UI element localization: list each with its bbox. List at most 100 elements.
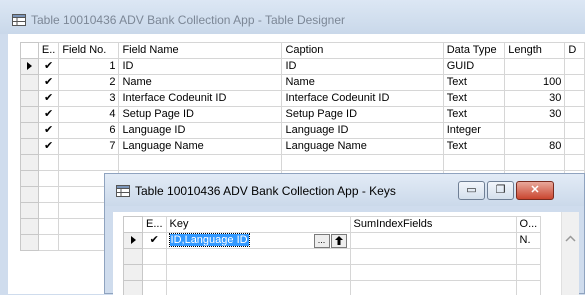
key-value-editor[interactable]: ID,Language ID	[170, 234, 249, 246]
empty-cell[interactable]	[38, 203, 58, 219]
length-cell[interactable]	[505, 123, 565, 139]
empty-cell[interactable]	[166, 265, 350, 281]
length-cell[interactable]: 100	[505, 75, 565, 91]
minimize-button[interactable]: ▭	[458, 181, 485, 200]
col-d[interactable]: D	[565, 43, 585, 59]
col-key[interactable]: Key	[166, 217, 350, 233]
empty-cell[interactable]	[516, 265, 541, 281]
empty-cell[interactable]	[350, 249, 516, 265]
table-row[interactable]: ✔ ID,Language ID ... N.	[124, 233, 541, 249]
row-selector[interactable]	[21, 59, 39, 75]
col-data-type[interactable]: Data Type	[443, 43, 505, 59]
arrow-up-button[interactable]	[331, 234, 347, 248]
col-caption[interactable]: Caption	[282, 43, 443, 59]
length-cell[interactable]: 30	[505, 91, 565, 107]
d-cell[interactable]	[565, 107, 585, 123]
caption-cell[interactable]: Interface Codeunit ID	[282, 91, 443, 107]
vertical-scrollbar[interactable]	[561, 212, 579, 295]
enabled-cell[interactable]: ✔	[38, 107, 58, 123]
length-cell[interactable]	[505, 59, 565, 75]
empty-row[interactable]	[124, 265, 541, 281]
table-row[interactable]: ✔ 4 Setup Page ID Setup Page ID Text 30	[21, 107, 585, 123]
col-key-enabled[interactable]: E...	[143, 217, 167, 233]
row-selector[interactable]	[21, 139, 39, 155]
row-selector[interactable]	[124, 249, 143, 265]
key-cell[interactable]: ID,Language ID ...	[166, 233, 350, 249]
field-no-cell[interactable]: 3	[59, 91, 119, 107]
row-selector[interactable]	[21, 155, 39, 171]
field-name-cell[interactable]: Interface Codeunit ID	[119, 91, 282, 107]
row-selector[interactable]	[21, 219, 39, 235]
row-selector[interactable]	[21, 123, 39, 139]
table-row[interactable]: ✔ 2 Name Name Text 100	[21, 75, 585, 91]
row-selector[interactable]	[21, 91, 39, 107]
enabled-cell[interactable]: ✔	[38, 123, 58, 139]
field-name-cell[interactable]: Setup Page ID	[119, 107, 282, 123]
empty-row[interactable]	[124, 249, 541, 265]
table-row[interactable]: ✔ 6 Language ID Language ID Integer	[21, 123, 585, 139]
col-field-no[interactable]: Field No.	[59, 43, 119, 59]
row-selector[interactable]	[21, 187, 39, 203]
empty-cell[interactable]	[166, 249, 350, 265]
col-enabled[interactable]: E..	[38, 43, 58, 59]
table-row[interactable]: ✔ 3 Interface Codeunit ID Interface Code…	[21, 91, 585, 107]
empty-cell[interactable]	[38, 235, 58, 251]
caption-cell[interactable]: Language ID	[282, 123, 443, 139]
row-selector[interactable]	[124, 265, 143, 281]
data-type-cell[interactable]: Text	[443, 91, 505, 107]
d-cell[interactable]	[565, 123, 585, 139]
empty-cell[interactable]	[350, 265, 516, 281]
d-cell[interactable]	[565, 91, 585, 107]
d-cell[interactable]	[565, 139, 585, 155]
keys-title-bar[interactable]: Table 10010436 ADV Bank Collection App -…	[105, 174, 584, 206]
col-o[interactable]: O...	[516, 217, 541, 233]
empty-cell[interactable]	[282, 155, 443, 171]
row-selector[interactable]	[21, 203, 39, 219]
empty-row[interactable]	[124, 281, 541, 295]
empty-cell[interactable]	[505, 155, 565, 171]
field-name-cell[interactable]: Name	[119, 75, 282, 91]
field-no-cell[interactable]: 6	[59, 123, 119, 139]
enabled-cell[interactable]: ✔	[38, 139, 58, 155]
field-no-cell[interactable]: 1	[59, 59, 119, 75]
scroll-up-icon[interactable]	[562, 232, 579, 246]
enabled-cell[interactable]: ✔	[38, 75, 58, 91]
row-selector[interactable]	[21, 235, 39, 251]
field-no-cell[interactable]: 2	[59, 75, 119, 91]
empty-cell[interactable]	[38, 155, 58, 171]
empty-cell[interactable]	[143, 249, 167, 265]
data-type-cell[interactable]: Text	[443, 75, 505, 91]
field-name-cell[interactable]: Language ID	[119, 123, 282, 139]
caption-cell[interactable]: Name	[282, 75, 443, 91]
empty-cell[interactable]	[166, 281, 350, 295]
empty-cell[interactable]	[143, 281, 167, 295]
field-name-cell[interactable]: Language Name	[119, 139, 282, 155]
sumindexfields-cell[interactable]	[350, 233, 516, 249]
data-type-cell[interactable]: Text	[443, 139, 505, 155]
data-type-cell[interactable]: Integer	[443, 123, 505, 139]
table-row[interactable]: ✔ 1 ID ID GUID	[21, 59, 585, 75]
empty-cell[interactable]	[516, 281, 541, 295]
d-cell[interactable]	[565, 75, 585, 91]
field-name-cell[interactable]: ID	[119, 59, 282, 75]
caption-cell[interactable]: ID	[282, 59, 443, 75]
empty-cell[interactable]	[59, 155, 119, 171]
empty-cell[interactable]	[143, 265, 167, 281]
enabled-cell[interactable]: ✔	[38, 91, 58, 107]
restore-button[interactable]: ❐	[487, 181, 514, 200]
table-row[interactable]: ✔ 7 Language Name Language Name Text 80	[21, 139, 585, 155]
empty-cell[interactable]	[38, 219, 58, 235]
o-cell[interactable]: N.	[516, 233, 541, 249]
col-length[interactable]: Length	[505, 43, 565, 59]
empty-cell[interactable]	[38, 171, 58, 187]
row-selector[interactable]	[21, 107, 39, 123]
keys-dialog[interactable]: Table 10010436 ADV Bank Collection App -…	[104, 173, 585, 294]
enabled-cell[interactable]: ✔	[38, 59, 58, 75]
empty-cell[interactable]	[38, 187, 58, 203]
row-selector[interactable]	[124, 281, 143, 295]
d-cell[interactable]	[565, 59, 585, 75]
empty-cell[interactable]	[350, 281, 516, 295]
empty-cell[interactable]	[516, 249, 541, 265]
empty-cell[interactable]	[443, 155, 505, 171]
length-cell[interactable]: 30	[505, 107, 565, 123]
